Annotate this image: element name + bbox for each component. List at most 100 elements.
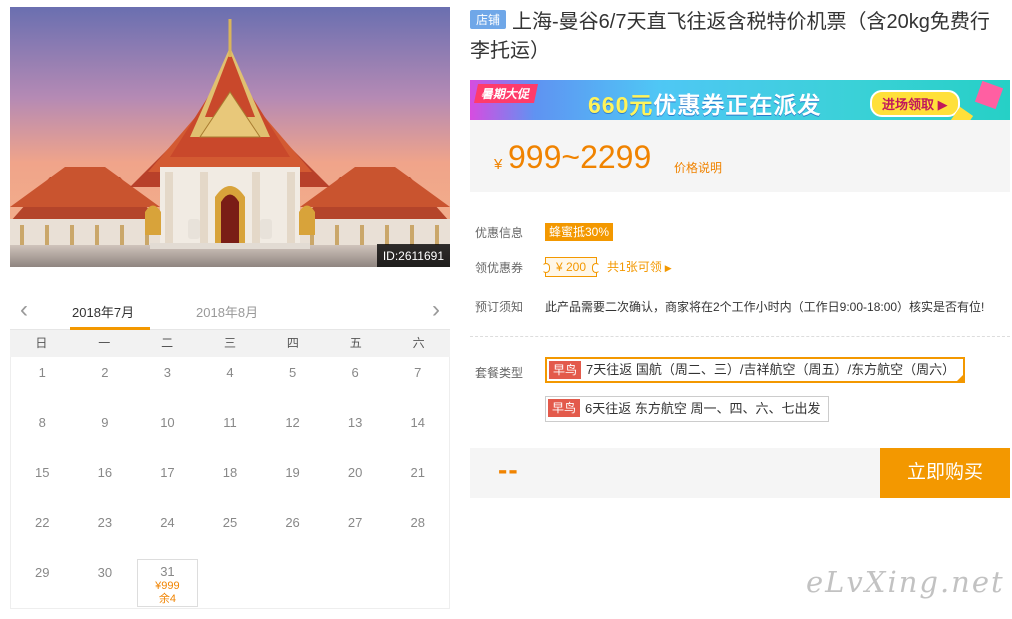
calendar-day: 19 <box>261 457 324 507</box>
weekday-label: 六 <box>412 336 425 350</box>
day-number: 15 <box>35 465 50 480</box>
image-id-label: ID:2611691 <box>376 244 450 267</box>
weekday-label: 四 <box>286 336 299 350</box>
early-bird-tag: 早鸟 <box>548 399 581 417</box>
calendar-day: 1 <box>11 357 74 407</box>
total-price: -- <box>498 454 519 485</box>
day-number: 18 <box>222 465 238 480</box>
day-number: 24 <box>160 515 175 530</box>
watermark: eLvXing.net <box>806 565 1005 599</box>
calendar-day: 16 <box>74 457 137 507</box>
day-number: 29 <box>35 565 50 580</box>
calendar-day[interactable]: 31 ¥999 余4 <box>137 559 198 607</box>
day-number: 23 <box>97 515 113 530</box>
triangle-right-icon: ▶ <box>664 263 672 273</box>
calendar-day: 30 <box>74 557 137 607</box>
calendar-day: 27 <box>324 507 387 557</box>
product-title-block: 店铺 上海-曼谷6/7天直飞往返含税特价机票（含20kg免费行李托运） <box>470 8 1005 66</box>
selected-check-icon <box>955 373 966 383</box>
weekday-label: 二 <box>161 336 174 350</box>
calendar-day: 28 <box>386 507 449 557</box>
coupon-value: ¥ 200 共1张可领 ▶ <box>541 257 672 277</box>
calendar-day: 7 <box>386 357 449 407</box>
early-bird-tag: 早鸟 <box>549 361 582 379</box>
chevron-right-icon[interactable]: › <box>426 298 446 322</box>
calendar-day: 25 <box>199 507 262 557</box>
day-number: 7 <box>414 365 422 380</box>
purchase-bar: -- 立即购买 <box>470 448 1010 498</box>
discount-label: 优惠信息 <box>475 226 524 240</box>
weekday-label: 五 <box>349 336 362 350</box>
promo-cta-button[interactable]: 进场领取 ▶ <box>870 90 960 117</box>
product-photo: ID:2611691 <box>10 7 450 267</box>
decoration-shape <box>974 80 1004 110</box>
promo-tag: 暑期大促 <box>473 84 539 103</box>
price-box: ¥ 999~2299 价格说明 <box>470 120 1010 192</box>
day-number: 13 <box>347 415 363 430</box>
promo-banner[interactable]: 暑期大促 660元优惠券正在派发 进场领取 ▶ <box>470 80 1010 120</box>
day-number: 16 <box>97 465 113 480</box>
tab-month-next[interactable]: 2018年8月 <box>196 302 258 321</box>
honey-discount-badge: 蜂蜜抵30% <box>545 223 614 241</box>
day-number: 22 <box>35 515 50 530</box>
day-number: 27 <box>347 515 363 530</box>
calendar-day: 21 <box>386 457 449 507</box>
divider <box>470 336 1010 337</box>
calendar-day: 13 <box>324 407 387 457</box>
currency-symbol: ¥ <box>494 156 503 173</box>
notice-label: 预订须知 <box>475 300 524 314</box>
calendar-day: 17 <box>136 457 199 507</box>
calendar-days: 1 2 3 4 5 6 7 8 9 10 11 12 13 14 15 16 17 18 19 20 21 22 23 24 2… <box>10 357 450 609</box>
calendar-day: 10 <box>136 407 199 457</box>
day-number: 2 <box>101 365 109 380</box>
price-explanation-link[interactable]: 价格说明 <box>674 159 722 176</box>
day-number: 5 <box>288 365 297 380</box>
day-number: 12 <box>285 415 300 430</box>
buy-now-button[interactable]: 立即购买 <box>880 448 1010 498</box>
day-number: 11 <box>223 415 237 430</box>
calendar-day: 15 <box>11 457 74 507</box>
price-range: 999~2299 <box>508 139 652 175</box>
day-number: 9 <box>101 415 109 430</box>
temple-image <box>10 7 450 267</box>
calendar-day: 4 <box>199 357 262 407</box>
weekday-label: 日 <box>35 336 48 350</box>
calendar-day: 29 <box>11 557 74 607</box>
day-number: 10 <box>160 415 175 430</box>
day-number: 28 <box>410 515 425 530</box>
package-option-2[interactable]: 早鸟 6天往返 东方航空 周一、四、六、七出发 <box>545 396 830 422</box>
chevron-left-icon[interactable]: ‹ <box>14 298 34 322</box>
day-price: ¥999 <box>155 580 180 592</box>
day-number: 25 <box>222 515 238 530</box>
price-calendar: ‹ 2018年7月 2018年8月 › 日 一 二 三 四 五 六 123456… <box>10 292 450 609</box>
calendar-day: 22 <box>11 507 74 557</box>
coupon-ticket[interactable]: ¥ 200 <box>541 257 601 277</box>
calendar-day: 5 <box>261 357 324 407</box>
day-number: 14 <box>410 415 425 430</box>
discount-value: 蜂蜜抵30% <box>545 223 614 241</box>
day-number: 4 <box>226 365 234 380</box>
notice-value: 此产品需要二次确认，商家将在2个工作小时内（工作日9:00-18:00）核实是否… <box>545 300 985 314</box>
day-number: 21 <box>410 465 425 480</box>
coupon-count-link[interactable]: 共1张可领 ▶ <box>607 260 672 274</box>
day-remaining: 余4 <box>158 593 176 605</box>
day-number: 17 <box>160 465 175 480</box>
calendar-day: 9 <box>74 407 137 457</box>
calendar-day: 18 <box>199 457 262 507</box>
calendar-day: 2 <box>74 357 137 407</box>
day-number: 1 <box>38 365 46 380</box>
store-badge[interactable]: 店铺 <box>470 10 507 29</box>
calendar-day: 14 <box>386 407 449 457</box>
promo-headline: 660元优惠券正在派发 <box>588 86 821 120</box>
calendar-day: 8 <box>11 407 74 457</box>
day-number: 30 <box>97 565 113 580</box>
calendar-day: 20 <box>324 457 387 507</box>
package-option-1[interactable]: 早鸟 7天往返 国航（周二、三）/吉祥航空（周五）/东方航空（周六） <box>545 357 966 383</box>
coupon-label: 领优惠券 <box>475 261 524 275</box>
package-label: 套餐类型 <box>475 366 524 380</box>
calendar-day: 3 <box>136 357 199 407</box>
tab-month-current[interactable]: 2018年7月 <box>70 302 150 330</box>
day-number: 20 <box>347 465 363 480</box>
coupon-count-text: 共1张可领 <box>607 260 662 274</box>
calendar-weekdays: 日 一 二 三 四 五 六 <box>10 330 450 357</box>
